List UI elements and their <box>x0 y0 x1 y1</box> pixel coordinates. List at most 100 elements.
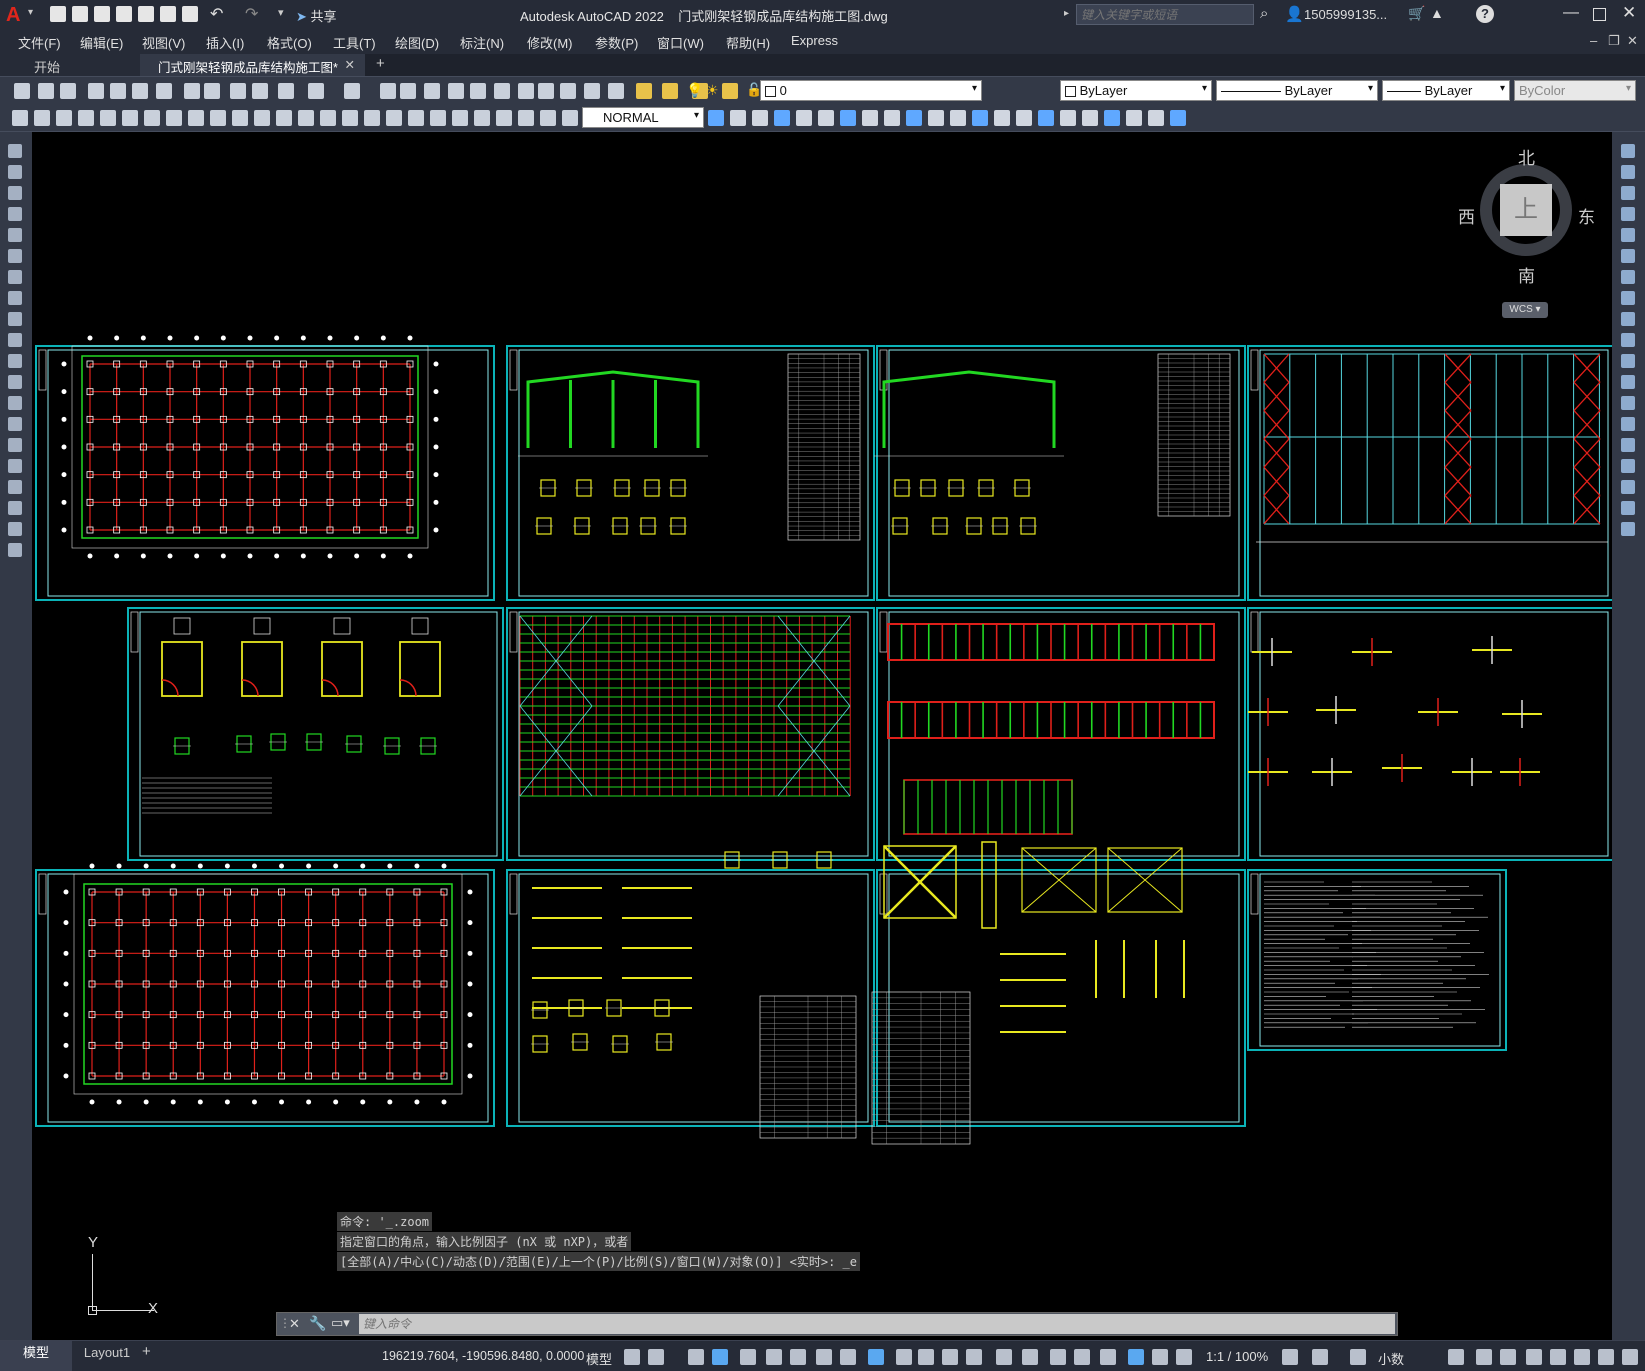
transparency-icon[interactable] <box>868 1349 884 1365</box>
angular-icon[interactable] <box>166 110 182 126</box>
autoscale-icon[interactable] <box>1050 1349 1066 1365</box>
menu-icon[interactable] <box>1622 1349 1638 1365</box>
cart-icon[interactable]: 🛒 <box>1408 5 1425 22</box>
new-file-icon[interactable] <box>50 6 66 22</box>
zoom-window-icon[interactable] <box>424 83 440 99</box>
share-button[interactable]: ➤ 共享 <box>296 6 337 25</box>
search-icon[interactable]: ⌕ <box>1260 5 1268 22</box>
linear-dim-icon[interactable] <box>12 110 28 126</box>
sun-icon[interactable]: ☀ <box>706 82 719 99</box>
dview-icon[interactable] <box>708 110 724 126</box>
publish-icon[interactable] <box>132 83 148 99</box>
coordinates-readout[interactable]: 196219.7604, -190596.8480, 0.0000 <box>382 1349 584 1363</box>
menu-view[interactable]: 视图(V) <box>142 33 185 52</box>
workspace-switch-icon[interactable] <box>1282 1349 1298 1365</box>
units-dropdown[interactable]: 小数 <box>1378 1349 1404 1368</box>
extend-icon[interactable] <box>1621 354 1635 368</box>
open-icon[interactable] <box>38 83 54 99</box>
snap-icon[interactable] <box>648 1349 664 1365</box>
erase-icon[interactable] <box>1621 144 1635 158</box>
subtract-icon[interactable] <box>1082 110 1098 126</box>
menu-tools[interactable]: 工具(T) <box>333 33 376 52</box>
isodraft-icon[interactable] <box>766 1349 782 1365</box>
camera-icon[interactable] <box>752 110 768 126</box>
flatshot-icon[interactable] <box>906 110 922 126</box>
lineweight-icon[interactable] <box>840 1349 856 1365</box>
workspace-icon[interactable] <box>1100 1349 1116 1365</box>
aligned-dim-icon[interactable] <box>34 110 50 126</box>
isolate-icon[interactable] <box>1476 1349 1492 1365</box>
customize-icon[interactable] <box>1550 1349 1566 1365</box>
command-recent-icon[interactable]: ▭▾ <box>331 1315 350 1331</box>
menu-edit[interactable]: 编辑(E) <box>80 33 123 52</box>
model-space-button[interactable]: 模型 <box>586 1349 612 1368</box>
menu-help[interactable]: 帮助(H) <box>726 33 770 52</box>
sheet-set-icon[interactable] <box>538 83 554 99</box>
circle-icon[interactable] <box>8 270 22 284</box>
menu-dimension[interactable]: 标注(N) <box>460 33 504 52</box>
properties-icon[interactable] <box>470 83 486 99</box>
light-icon[interactable] <box>840 110 856 126</box>
help-icon[interactable]: ? <box>1476 5 1494 23</box>
region-icon[interactable] <box>8 480 22 494</box>
arc-icon[interactable] <box>8 249 22 263</box>
construction-line-icon[interactable] <box>8 165 22 179</box>
insert-block-icon[interactable] <box>8 375 22 389</box>
box-icon[interactable] <box>950 110 966 126</box>
autodesk-a360-icon[interactable]: ▲ <box>1430 5 1444 21</box>
open-file-icon[interactable] <box>72 6 88 22</box>
arc-length-icon[interactable] <box>56 110 72 126</box>
union-icon[interactable] <box>1060 110 1076 126</box>
break-at-point-icon[interactable] <box>1621 375 1635 389</box>
layer-state-icon[interactable]: 💡 <box>686 82 703 99</box>
plot-icon[interactable] <box>182 6 198 22</box>
layer-properties-icon[interactable] <box>636 83 652 99</box>
break-icon[interactable] <box>276 110 292 126</box>
compass-north[interactable]: 北 <box>1518 144 1535 169</box>
search-expand-icon[interactable]: ▸ <box>1064 8 1069 19</box>
arc-length-icon[interactable] <box>518 110 534 126</box>
help-icon[interactable] <box>608 83 624 99</box>
ellipse-icon[interactable] <box>8 333 22 347</box>
linetype-dropdown[interactable]: ByLayer ▾ <box>1216 80 1378 101</box>
array-icon[interactable] <box>1621 228 1635 242</box>
rotate-icon[interactable] <box>1621 270 1635 284</box>
polar-icon[interactable] <box>740 1349 756 1365</box>
radius-icon[interactable] <box>562 110 578 126</box>
doc-minimize-icon[interactable]: – <box>1590 33 1597 48</box>
inspect-icon[interactable] <box>342 110 358 126</box>
paste-icon[interactable] <box>230 83 246 99</box>
hardware-accel-icon[interactable] <box>1500 1349 1516 1365</box>
menu-file[interactable]: 文件(F) <box>18 33 61 52</box>
compass-east[interactable]: 东 <box>1578 203 1595 228</box>
dimstyle-icon[interactable] <box>452 110 468 126</box>
tab-close-icon[interactable]: ✕ <box>345 57 355 72</box>
layer-dropdown[interactable]: 0 ▾ <box>760 80 982 101</box>
save-web-icon[interactable] <box>160 6 176 22</box>
solid-icon[interactable] <box>928 110 944 126</box>
selection-cycling-icon[interactable] <box>896 1349 912 1365</box>
jog-line-icon[interactable] <box>364 110 380 126</box>
redo-icon[interactable] <box>344 83 360 99</box>
3d-osnap-icon[interactable] <box>918 1349 934 1365</box>
chamfer-icon[interactable] <box>1621 438 1635 452</box>
dynamic-ucs-icon[interactable] <box>942 1349 958 1365</box>
tab-model[interactable]: 模型 <box>0 1341 72 1371</box>
command-input[interactable] <box>359 1314 1395 1334</box>
layer-previous-icon[interactable] <box>722 83 738 99</box>
trim-icon[interactable] <box>1621 333 1635 347</box>
add-layout-button[interactable]: + <box>142 1343 151 1360</box>
zoom-previous-icon[interactable] <box>448 83 464 99</box>
add-selected-icon[interactable] <box>8 543 22 557</box>
ortho-icon[interactable] <box>712 1349 728 1365</box>
osnap-tracking-icon[interactable] <box>790 1349 806 1365</box>
fillet-icon[interactable] <box>1621 459 1635 473</box>
cylinder-icon[interactable] <box>972 110 988 126</box>
redo-icon[interactable]: ↷ <box>245 4 258 24</box>
make-block-icon[interactable] <box>8 396 22 410</box>
user-name[interactable]: 1505999135... <box>1304 7 1387 22</box>
menu-format[interactable]: 格式(O) <box>267 33 312 52</box>
menu-insert[interactable]: 插入(I) <box>206 33 244 52</box>
save-icon[interactable] <box>94 6 110 22</box>
command-close-icon[interactable]: ✕ <box>289 1316 300 1332</box>
